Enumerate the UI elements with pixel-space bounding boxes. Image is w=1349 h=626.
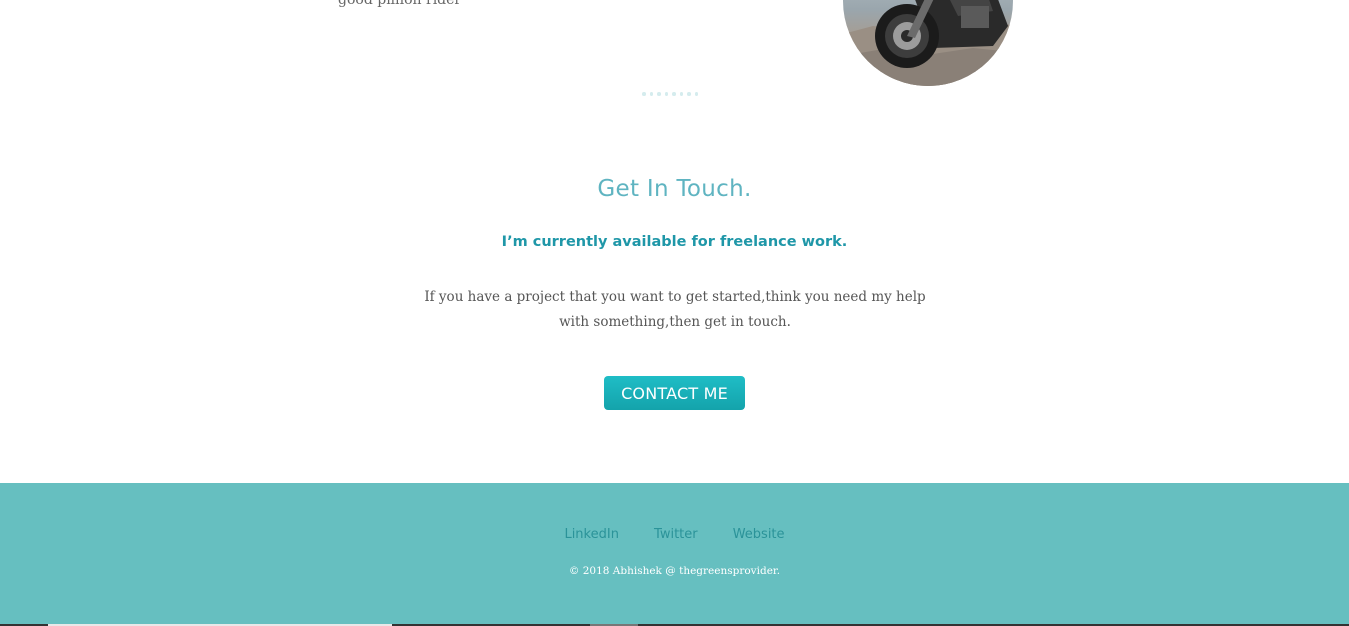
carousel-dot[interactable] xyxy=(657,92,661,96)
footer: LinkedIn Twitter Website © 2018 Abhishek… xyxy=(0,483,1349,626)
carousel-dot[interactable] xyxy=(694,92,698,96)
footer-link-twitter[interactable]: Twitter xyxy=(654,527,698,542)
contact-title: Get In Touch. xyxy=(597,176,752,202)
contact-me-button[interactable]: CONTACT ME xyxy=(604,376,745,410)
contact-description: If you have a project that you want to g… xyxy=(424,289,926,330)
footer-links: LinkedIn Twitter Website xyxy=(0,523,1349,542)
carousel-dots xyxy=(642,92,698,96)
carousel-dot[interactable] xyxy=(687,92,691,96)
contact-subtitle: I’m currently available for freelance wo… xyxy=(501,234,848,250)
carousel-dot[interactable] xyxy=(672,92,676,96)
motorcycle-photo xyxy=(843,0,1013,86)
carousel-dot[interactable] xyxy=(649,92,653,96)
copyright-text: © 2018 Abhishek @ thegreensprovider. xyxy=(568,565,781,577)
motorcycle-image xyxy=(843,0,1013,86)
carousel-dot[interactable] xyxy=(642,92,646,96)
carousel-dot[interactable] xyxy=(679,92,683,96)
footer-link-website[interactable]: Website xyxy=(733,527,785,542)
carousel-dot[interactable] xyxy=(664,92,668,96)
footer-link-linkedin[interactable]: LinkedIn xyxy=(564,527,618,542)
about-caption-text: good pillion rider xyxy=(338,0,462,8)
